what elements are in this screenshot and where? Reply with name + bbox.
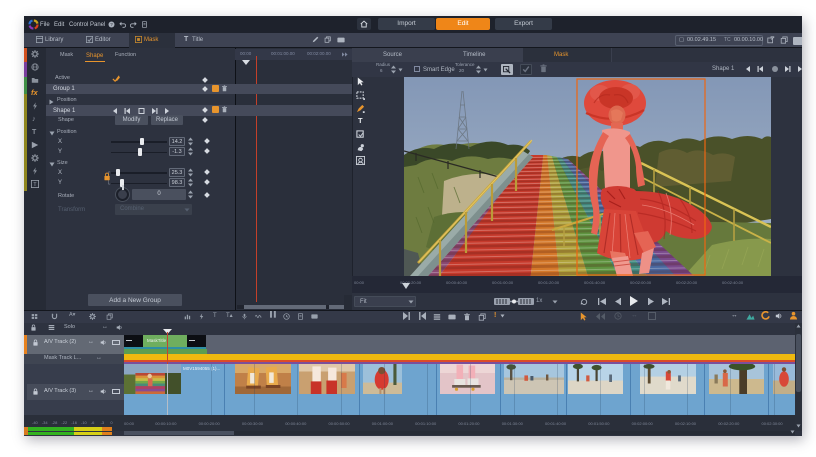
- svg-text:T: T: [33, 182, 37, 188]
